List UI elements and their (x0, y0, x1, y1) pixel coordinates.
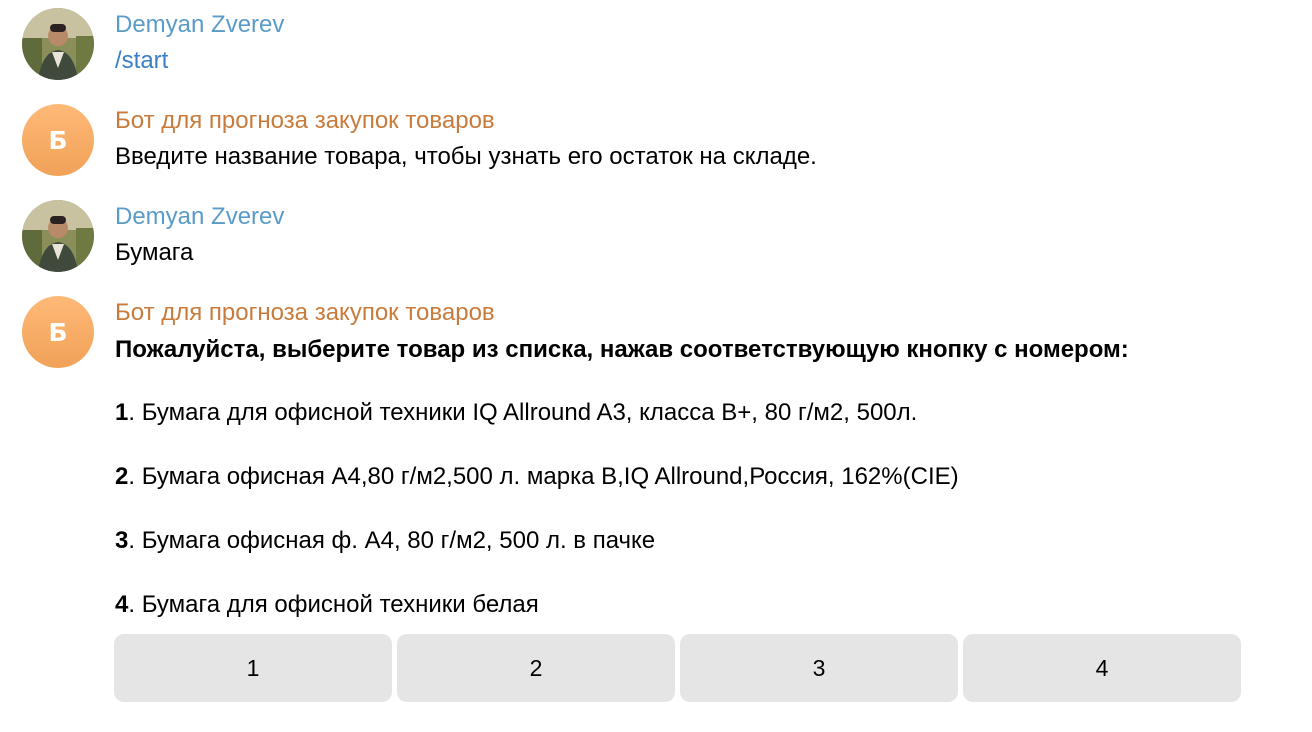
sender-name[interactable]: Бот для прогноза закупок товаров (115, 106, 495, 136)
bot-avatar-letter: Б (48, 317, 68, 347)
message-text: Введите название товара, чтобы узнать ег… (115, 143, 817, 170)
keyboard-button-4[interactable]: 4 (963, 634, 1241, 702)
list-item-text: . Бумага офисная A4,80 г/м2,500 л. марка… (128, 463, 959, 490)
user-photo-icon (22, 8, 94, 80)
sender-name[interactable]: Demyan Zverev (115, 202, 284, 232)
list-item-text: . Бумага для офисной техники белая (128, 591, 539, 618)
user-avatar[interactable] (22, 200, 94, 272)
bot-avatar[interactable]: Б (22, 104, 94, 176)
list-heading: Пожалуйста, выберите товар из списка, на… (115, 336, 1129, 363)
command-link[interactable]: /start (115, 46, 168, 76)
keyboard-button-2[interactable]: 2 (397, 634, 675, 702)
list-item: 4. Бумага для офисной техники белая (115, 590, 539, 620)
chat-history: Demyan Zverev /start Б Бот для прогноза … (0, 0, 1312, 732)
list-item: 2. Бумага офисная A4,80 г/м2,500 л. марк… (115, 462, 959, 492)
list-item: 3. Бумага офисная ф. А4, 80 г/м2, 500 л.… (115, 526, 655, 556)
list-item: 1. Бумага для офисной техники IQ Allroun… (115, 398, 917, 428)
keyboard-button-1[interactable]: 1 (114, 634, 392, 702)
list-item-number: 2 (115, 463, 129, 490)
sender-name[interactable]: Demyan Zverev (115, 10, 284, 40)
user-avatar[interactable] (22, 8, 94, 80)
list-item-number: 3 (115, 527, 129, 554)
list-item-number: 4 (115, 591, 129, 618)
list-item-text: . Бумага офисная ф. А4, 80 г/м2, 500 л. … (128, 527, 656, 554)
list-item-text: . Бумага для офисной техники IQ Allround… (128, 399, 918, 426)
keyboard-button-3[interactable]: 3 (680, 634, 958, 702)
list-item-number: 1 (115, 399, 129, 426)
bot-avatar-letter: Б (48, 125, 68, 155)
user-photo-icon (22, 200, 94, 272)
message-text: Бумага (115, 239, 194, 266)
sender-name[interactable]: Бот для прогноза закупок товаров (115, 298, 495, 328)
inline-keyboard: 1 2 3 4 (114, 634, 1241, 702)
bot-avatar[interactable]: Б (22, 296, 94, 368)
